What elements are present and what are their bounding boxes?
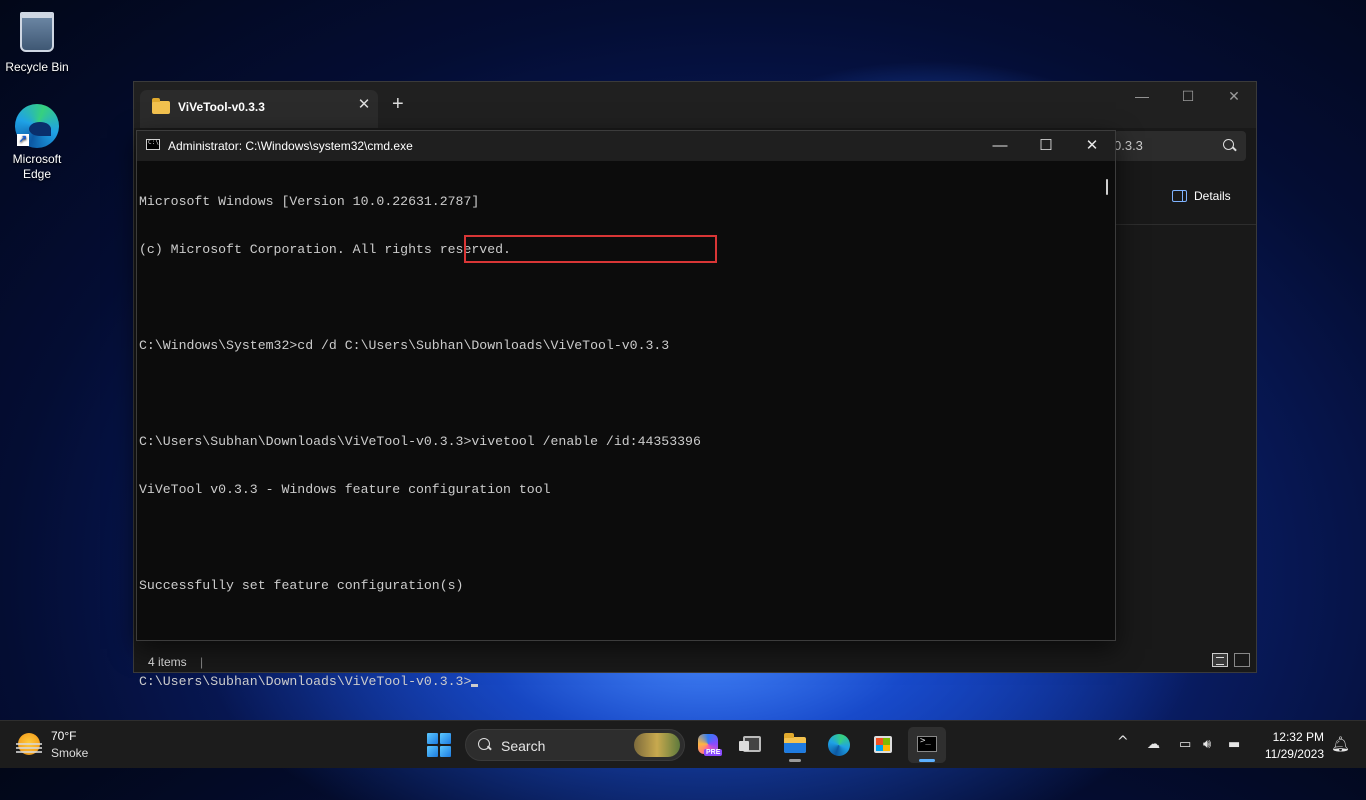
details-pane-icon: [1172, 190, 1187, 202]
explorer-tab[interactable]: ViVeTool-v0.3.3 ✕: [140, 90, 378, 128]
command-highlight-box: [464, 235, 717, 263]
console-line: ViVeTool v0.3.3 - Windows feature config…: [139, 482, 551, 497]
cmd-window: Administrator: C:\Windows\system32\cmd.e…: [136, 130, 1116, 689]
explorer-search-box[interactable]: 0.3.3: [1114, 131, 1246, 161]
shortcut-arrow-icon: ↗: [17, 134, 29, 146]
taskbar-task-view[interactable]: [733, 727, 771, 763]
search-label: Search: [501, 738, 546, 754]
edge-icon: ↗: [15, 104, 59, 148]
weather-smoke-icon: [16, 733, 42, 755]
search-icon: [478, 738, 490, 750]
recycle-bin-icon: [15, 12, 59, 56]
taskbar-terminal[interactable]: [908, 727, 946, 763]
file-explorer-icon: [784, 733, 806, 753]
text-cursor: [471, 684, 479, 687]
taskbar-search[interactable]: Search: [465, 729, 685, 761]
new-tab-button[interactable]: +: [392, 94, 404, 114]
edge-icon: [828, 734, 850, 756]
battery-icon[interactable]: ▬: [1228, 737, 1240, 752]
large-icons-view-button[interactable]: [1234, 653, 1250, 667]
clock-time: 12:32 PM: [1272, 730, 1324, 744]
address-text: 0.3.3: [1114, 138, 1143, 153]
volume-icon[interactable]: 🔊︎: [1203, 737, 1211, 752]
weather-condition: Smoke: [51, 746, 89, 760]
console-prompt-line[interactable]: C:\Users\Subhan\Downloads\ViVeTool-v0.3.…: [139, 674, 1099, 690]
running-indicator: [789, 759, 801, 762]
taskbar: 70°F Smoke Search PRE ^ ☁ ▭ 🔊︎ ▬ 12:32 P…: [0, 720, 1366, 768]
desktop-icon-label: Microsoft Edge: [12, 152, 62, 181]
taskbar-file-explorer[interactable]: [776, 727, 814, 763]
console-line: Microsoft Windows [Version 10.0.22631.27…: [139, 194, 480, 209]
cmd-titlebar[interactable]: Administrator: C:\Windows\system32\cmd.e…: [137, 131, 1115, 161]
preview-badge: PRE: [704, 749, 723, 756]
details-button[interactable]: Details: [1172, 189, 1231, 203]
cmd-icon: [917, 736, 937, 752]
microsoft-store-icon: [874, 736, 892, 753]
explorer-minimize-button[interactable]: —: [1122, 88, 1162, 104]
cmd-scrollbar[interactable]: [1106, 179, 1108, 195]
task-view-icon: [739, 736, 761, 752]
explorer-titlebar: ViVeTool-v0.3.3 ✕ + — ☐ ✕: [134, 82, 1256, 128]
cmd-maximize-button[interactable]: ☐: [1023, 134, 1069, 158]
desktop-icon-recycle-bin[interactable]: Recycle Bin: [0, 8, 74, 75]
explorer-maximize-button[interactable]: ☐: [1168, 88, 1208, 105]
start-button[interactable]: [427, 733, 451, 757]
folder-icon: [152, 98, 170, 114]
tray-overflow-chevron[interactable]: ^: [1117, 734, 1129, 750]
console-line: C:\Windows\System32>cd /d C:\Users\Subha…: [139, 338, 670, 353]
weather-temperature: 70°F: [51, 729, 77, 743]
cmd-title: Administrator: C:\Windows\system32\cmd.e…: [168, 139, 413, 153]
console-line-command: C:\Users\Subhan\Downloads\ViVeTool-v0.3.…: [139, 434, 701, 449]
details-label: Details: [1194, 189, 1231, 203]
taskbar-edge[interactable]: [820, 727, 858, 763]
details-view-button[interactable]: [1212, 653, 1228, 667]
taskbar-copilot[interactable]: PRE: [689, 727, 727, 763]
cmd-close-button[interactable]: ✕: [1069, 134, 1115, 158]
explorer-close-button[interactable]: ✕: [1214, 88, 1254, 105]
explorer-tab-title: ViVeTool-v0.3.3: [178, 100, 265, 114]
notification-bell-icon[interactable]: 🔔︎: [1331, 735, 1350, 753]
search-highlight-image: [634, 733, 680, 757]
tab-close-button[interactable]: ✕: [354, 95, 374, 113]
cmd-minimize-button[interactable]: —: [977, 134, 1023, 158]
desktop-icon-label: Recycle Bin: [5, 60, 69, 74]
desktop-icon-edge[interactable]: ↗ Microsoft Edge: [0, 104, 74, 182]
console-line: Successfully set feature configuration(s…: [139, 578, 464, 593]
cmd-icon: [146, 139, 160, 150]
console-prompt: C:\Users\Subhan\Downloads\ViVeTool-v0.3.…: [139, 674, 472, 689]
windows-logo-icon: [427, 733, 438, 744]
search-icon: [1223, 139, 1234, 150]
taskbar-store[interactable]: [864, 727, 902, 763]
explorer-divider: [1114, 224, 1256, 225]
clock-date: 11/29/2023: [1264, 747, 1324, 761]
network-icon[interactable]: ▭: [1179, 737, 1191, 752]
console-output[interactable]: Microsoft Windows [Version 10.0.22631.27…: [139, 161, 1099, 689]
onedrive-icon[interactable]: ☁: [1147, 737, 1160, 752]
active-indicator: [919, 759, 935, 762]
